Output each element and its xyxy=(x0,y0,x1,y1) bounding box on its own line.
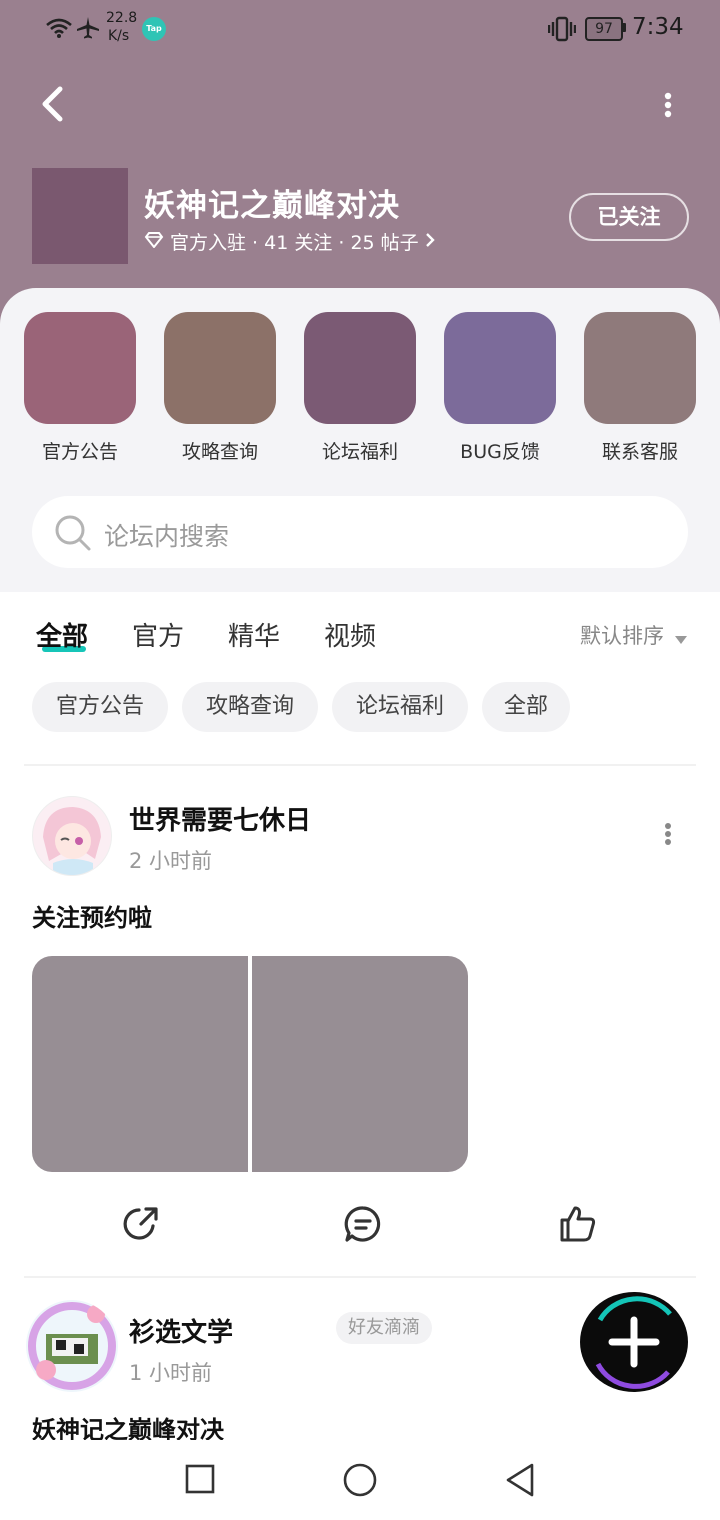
network-speed-unit: K/s xyxy=(108,28,130,44)
wifi-icon xyxy=(46,18,72,38)
like-icon[interactable] xyxy=(558,1204,598,1244)
filter-chip[interactable]: 论坛福利 xyxy=(332,682,468,732)
chevron-right-icon xyxy=(425,231,435,253)
caret-down-icon xyxy=(674,625,687,649)
taptap-badge-icon: Tap xyxy=(142,17,166,41)
post-time: 1 小时前 xyxy=(129,1361,213,1385)
post-image[interactable] xyxy=(32,956,248,1172)
divider xyxy=(24,1276,696,1278)
shortcut-tile-customer-service[interactable] xyxy=(584,312,696,424)
filter-chip[interactable]: 官方公告 xyxy=(32,682,168,732)
forum-meta-text: 官方入驻 · 41 关注 · 25 帖子 xyxy=(170,232,419,254)
avatar[interactable] xyxy=(26,1300,118,1392)
tab-official[interactable]: 官方 xyxy=(132,616,184,653)
plus-icon xyxy=(595,1296,672,1389)
follow-button[interactable]: 已关注 xyxy=(569,193,689,241)
shortcut-label: 攻略查询 xyxy=(181,441,258,463)
shortcut-tile-guides[interactable] xyxy=(164,312,276,424)
post-title[interactable]: 关注预约啦 xyxy=(32,898,152,933)
sort-label: 默认排序 xyxy=(580,624,664,648)
post-image[interactable] xyxy=(252,956,468,1172)
battery-icon: 97 xyxy=(585,17,623,41)
network-speed-value: 22.8 xyxy=(106,10,138,26)
shortcut-label: BUG反馈 xyxy=(460,441,540,463)
clock: 7:34 xyxy=(632,14,684,40)
search-placeholder: 论坛内搜索 xyxy=(104,522,230,551)
post-tag: 好友滴滴 xyxy=(336,1312,432,1344)
post-author[interactable]: 世界需要七休日 xyxy=(129,800,311,837)
airplane-icon xyxy=(76,16,100,40)
forum-meta-link[interactable]: 官方入驻 · 41 关注 · 25 帖子 xyxy=(144,228,435,255)
tab-all[interactable]: 全部 xyxy=(36,616,88,653)
shortcut-label: 联系客服 xyxy=(601,441,678,463)
post-more-icon[interactable] xyxy=(662,822,674,846)
back-arrow-icon[interactable] xyxy=(40,86,64,122)
status-bar: 22.8 K/s Tap 97 7:34 xyxy=(0,0,720,56)
shortcut-tile-announcements[interactable] xyxy=(24,312,136,424)
post-time: 2 小时前 xyxy=(129,849,213,873)
tab-video[interactable]: 视频 xyxy=(324,616,376,653)
filter-chip[interactable]: 攻略查询 xyxy=(182,682,318,732)
shortcut-label: 官方公告 xyxy=(41,441,118,463)
tab-featured[interactable]: 精华 xyxy=(228,616,280,653)
share-icon[interactable] xyxy=(121,1204,161,1244)
vibrate-icon xyxy=(548,16,576,42)
shortcut-label: 论坛福利 xyxy=(321,441,398,463)
shortcut-tile-bug-report[interactable] xyxy=(444,312,556,424)
back-nav-icon[interactable] xyxy=(504,1462,536,1498)
diamond-icon xyxy=(144,231,164,253)
forum-title: 妖神记之巅峰对决 xyxy=(144,188,400,224)
shortcut-tile-benefits[interactable] xyxy=(304,312,416,424)
comment-icon[interactable] xyxy=(343,1204,383,1244)
avatar[interactable] xyxy=(32,796,112,876)
filter-chip[interactable]: 全部 xyxy=(482,682,570,732)
divider xyxy=(24,764,696,766)
home-icon[interactable] xyxy=(343,1463,377,1497)
sort-dropdown[interactable]: 默认排序 xyxy=(580,620,687,650)
recent-apps-icon[interactable] xyxy=(185,1464,215,1494)
system-navigation-bar xyxy=(0,1440,720,1520)
create-post-button[interactable] xyxy=(580,1292,688,1392)
more-icon[interactable] xyxy=(662,92,674,118)
forum-logo xyxy=(32,168,128,264)
post-author[interactable]: 衫选文学 xyxy=(129,1312,233,1349)
search-icon xyxy=(54,514,92,552)
